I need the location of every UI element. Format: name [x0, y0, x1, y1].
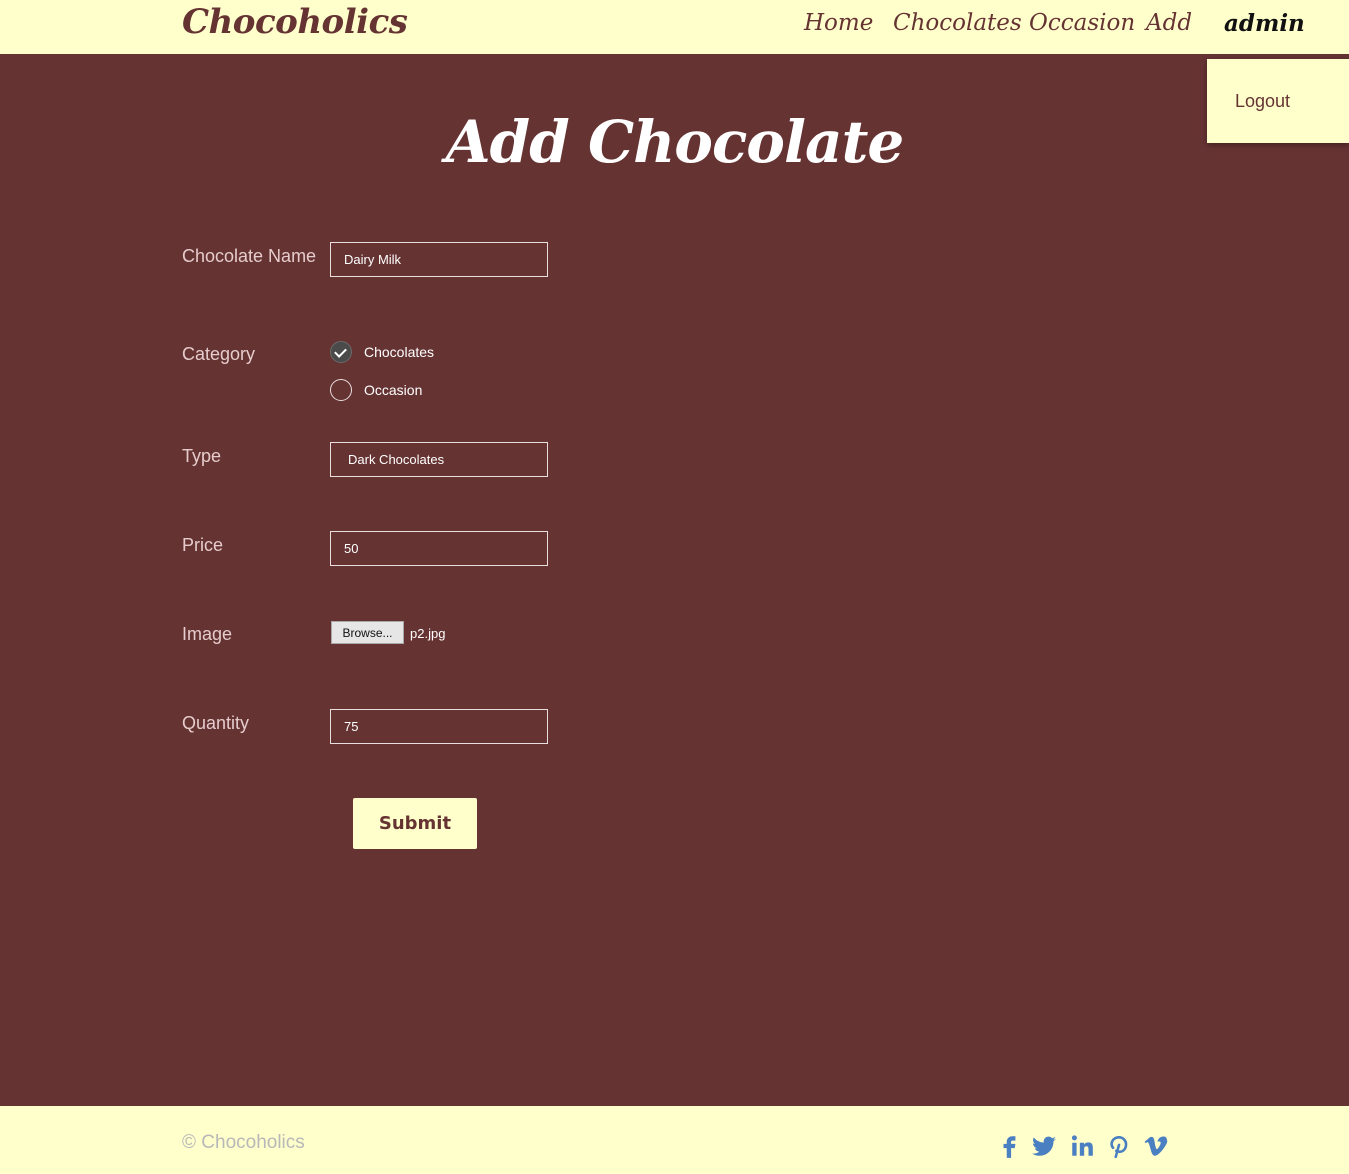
- category-option-label: Occasion: [364, 382, 423, 398]
- category-option-occasion[interactable]: Occasion: [330, 378, 422, 402]
- footer: © Chocoholics: [0, 1106, 1349, 1174]
- category-label: Category: [182, 344, 256, 364]
- nav-occasion[interactable]: Occasion: [1029, 10, 1135, 36]
- nav-chocolates[interactable]: Chocolates: [893, 10, 1022, 36]
- top-navbar: Chocoholics Home Chocolates Occasion Add…: [0, 0, 1349, 54]
- price-input[interactable]: [330, 531, 548, 566]
- brand-logo[interactable]: Chocoholics: [182, 2, 408, 42]
- radio-checked-icon[interactable]: [330, 341, 352, 363]
- type-label: Type: [182, 446, 222, 466]
- price-label: Price: [182, 535, 224, 555]
- browse-file-button[interactable]: Browse...: [331, 621, 404, 644]
- page-title: Add Chocolate: [445, 108, 905, 176]
- chocolate-name-input[interactable]: [330, 242, 548, 277]
- copyright-text: © Chocoholics: [182, 1132, 305, 1153]
- radio-unchecked-icon[interactable]: [330, 379, 352, 401]
- twitter-icon[interactable]: [1031, 1133, 1057, 1159]
- submit-button[interactable]: Submit: [353, 798, 477, 849]
- chocolate-name-label: Chocolate Name: [182, 246, 317, 266]
- category-option-label: Chocolates: [364, 344, 435, 360]
- nav-add[interactable]: Add: [1146, 10, 1192, 36]
- nav-admin-menu[interactable]: admin: [1224, 10, 1305, 37]
- facebook-icon[interactable]: [997, 1133, 1023, 1159]
- linkedin-icon[interactable]: [1069, 1133, 1095, 1159]
- nav-home[interactable]: Home: [804, 10, 873, 36]
- quantity-label: Quantity: [182, 713, 250, 733]
- image-label: Image: [182, 624, 233, 644]
- quantity-input[interactable]: [330, 709, 548, 744]
- type-input[interactable]: [330, 442, 548, 477]
- pinterest-icon[interactable]: [1106, 1133, 1132, 1159]
- selected-file-name: p2.jpg: [410, 626, 446, 641]
- category-option-chocolates[interactable]: Chocolates: [330, 340, 434, 364]
- vimeo-icon[interactable]: [1143, 1133, 1169, 1159]
